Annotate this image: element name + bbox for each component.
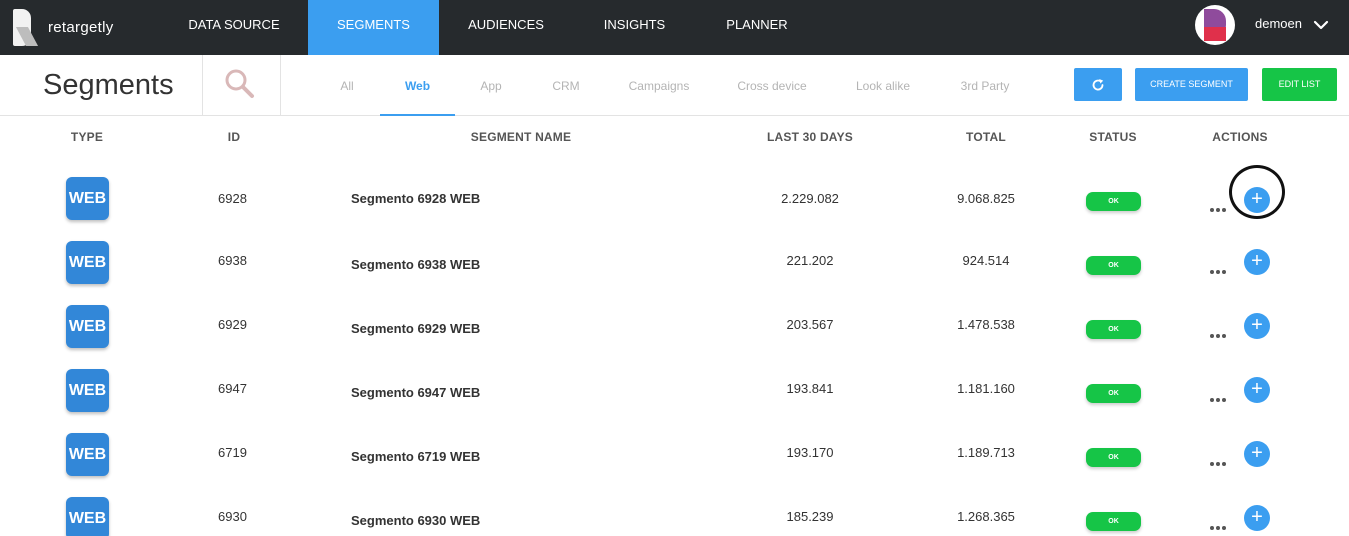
table-row[interactable]: WEB 6928 Segmento 6928 WEB 2.229.082 9.068.8… bbox=[0, 165, 1349, 229]
divider bbox=[280, 55, 281, 115]
more-options-icon[interactable] bbox=[1210, 325, 1230, 338]
table-row[interactable]: WEB 6719 Segmento 6719 WEB 193.170 1.189.713… bbox=[0, 421, 1349, 485]
total-value: 924.514 bbox=[962, 253, 1010, 268]
refresh-icon bbox=[1092, 79, 1104, 91]
type-badge: WEB bbox=[66, 305, 109, 348]
column-header-actions: ACTIONS bbox=[1212, 130, 1268, 144]
retargetly-logo-icon bbox=[13, 8, 42, 46]
segment-name[interactable]: Segmento 6930 WEB bbox=[351, 513, 480, 528]
status-badge: OK bbox=[1086, 256, 1141, 275]
user-avatar[interactable] bbox=[1195, 5, 1235, 45]
add-segment-button[interactable]: + bbox=[1244, 377, 1270, 403]
table-row[interactable]: WEB 6929 Segmento 6929 WEB 203.567 1.478.538… bbox=[0, 293, 1349, 357]
tab-all[interactable]: All bbox=[326, 55, 368, 116]
add-segment-button[interactable]: + bbox=[1244, 441, 1270, 467]
chevron-down-icon[interactable] bbox=[1313, 17, 1329, 33]
column-header-segment-name[interactable]: SEGMENT NAME bbox=[440, 130, 602, 144]
type-badge: WEB bbox=[66, 177, 109, 220]
type-badge: WEB bbox=[66, 241, 109, 284]
tab-cross-device[interactable]: Cross device bbox=[729, 55, 815, 116]
top-navigation-bar: retargetly DATA SOURCE SEGMENTS AUDIENCE… bbox=[0, 0, 1349, 55]
more-options-icon[interactable] bbox=[1210, 453, 1230, 466]
add-segment-button[interactable]: + bbox=[1244, 313, 1270, 339]
table-row[interactable]: WEB 6930 Segmento 6930 WEB 185.239 1.268.365… bbox=[0, 485, 1349, 536]
last-30-days-value: 193.170 bbox=[786, 445, 834, 460]
type-badge: WEB bbox=[66, 497, 109, 536]
column-header-last-30-days[interactable]: LAST 30 DAYS bbox=[750, 130, 870, 144]
table-row[interactable]: WEB 6947 Segmento 6947 WEB 193.841 1.181.160… bbox=[0, 357, 1349, 421]
segment-name[interactable]: Segmento 6947 WEB bbox=[351, 385, 480, 400]
segment-id: 6928 bbox=[218, 191, 247, 206]
segment-name[interactable]: Segmento 6938 WEB bbox=[351, 257, 480, 272]
table-row[interactable]: WEB 6938 Segmento 6938 WEB 221.202 924.514 OK… bbox=[0, 229, 1349, 293]
column-header-status[interactable]: STATUS bbox=[1078, 130, 1148, 144]
refresh-button[interactable] bbox=[1074, 68, 1122, 101]
highlight-annotation-circle bbox=[1229, 165, 1285, 219]
total-value: 9.068.825 bbox=[957, 191, 1015, 206]
type-badge: WEB bbox=[66, 433, 109, 476]
total-value: 1.189.713 bbox=[957, 445, 1015, 460]
more-options-icon[interactable] bbox=[1210, 261, 1230, 274]
add-segment-button[interactable]: + bbox=[1244, 505, 1270, 531]
tab-3rd-party[interactable]: 3rd Party bbox=[950, 55, 1020, 116]
more-options-icon[interactable] bbox=[1210, 389, 1230, 402]
more-options-icon[interactable] bbox=[1210, 199, 1230, 212]
page-title: Segments bbox=[43, 69, 174, 101]
column-header-type[interactable]: TYPE bbox=[57, 130, 117, 144]
nav-item-segments[interactable]: SEGMENTS bbox=[308, 0, 439, 55]
segment-name[interactable]: Segmento 6928 WEB bbox=[351, 191, 480, 206]
column-header-total[interactable]: TOTAL bbox=[950, 130, 1022, 144]
segments-toolbar: Segments All Web App CRM Campaigns Cross… bbox=[0, 55, 1349, 116]
type-badge: WEB bbox=[66, 369, 109, 412]
brand-name: retargetly bbox=[48, 18, 114, 36]
status-badge: OK bbox=[1086, 320, 1141, 339]
user-name[interactable]: demoen bbox=[1255, 0, 1302, 47]
total-value: 1.268.365 bbox=[957, 509, 1015, 524]
segment-id: 6930 bbox=[218, 509, 247, 524]
status-badge: OK bbox=[1086, 512, 1141, 531]
segment-id: 6929 bbox=[218, 317, 247, 332]
search-icon[interactable] bbox=[224, 68, 256, 100]
nav-item-planner[interactable]: PLANNER bbox=[720, 0, 794, 55]
segment-name[interactable]: Segmento 6719 WEB bbox=[351, 449, 480, 464]
last-30-days-value: 203.567 bbox=[786, 317, 834, 332]
status-badge: OK bbox=[1086, 192, 1141, 211]
total-value: 1.478.538 bbox=[957, 317, 1015, 332]
brand-logo[interactable]: retargetly bbox=[13, 6, 133, 48]
tab-web[interactable]: Web bbox=[380, 55, 455, 116]
create-segment-button[interactable]: CREATE SEGMENT bbox=[1135, 68, 1248, 101]
column-header-id[interactable]: ID bbox=[214, 130, 254, 144]
last-30-days-value: 2.229.082 bbox=[781, 191, 839, 206]
more-options-icon[interactable] bbox=[1210, 517, 1230, 530]
last-30-days-value: 221.202 bbox=[786, 253, 834, 268]
tab-look-alike[interactable]: Look alike bbox=[846, 55, 920, 116]
add-segment-button[interactable]: + bbox=[1244, 249, 1270, 275]
segment-name[interactable]: Segmento 6929 WEB bbox=[351, 321, 480, 336]
segment-id: 6719 bbox=[218, 445, 247, 460]
last-30-days-value: 185.239 bbox=[786, 509, 834, 524]
nav-item-data-source[interactable]: DATA SOURCE bbox=[184, 0, 284, 55]
segment-id: 6947 bbox=[218, 381, 247, 396]
divider bbox=[202, 55, 203, 115]
last-30-days-value: 193.841 bbox=[786, 381, 834, 396]
tab-app[interactable]: App bbox=[468, 55, 514, 116]
total-value: 1.181.160 bbox=[957, 381, 1015, 396]
nav-item-insights[interactable]: INSIGHTS bbox=[597, 0, 672, 55]
tab-campaigns[interactable]: Campaigns bbox=[619, 55, 699, 116]
status-badge: OK bbox=[1086, 384, 1141, 403]
segment-id: 6938 bbox=[218, 253, 247, 268]
tab-crm[interactable]: CRM bbox=[540, 55, 592, 116]
edit-list-button[interactable]: EDIT LIST bbox=[1262, 68, 1337, 101]
status-badge: OK bbox=[1086, 448, 1141, 467]
nav-item-audiences[interactable]: AUDIENCES bbox=[463, 0, 549, 55]
